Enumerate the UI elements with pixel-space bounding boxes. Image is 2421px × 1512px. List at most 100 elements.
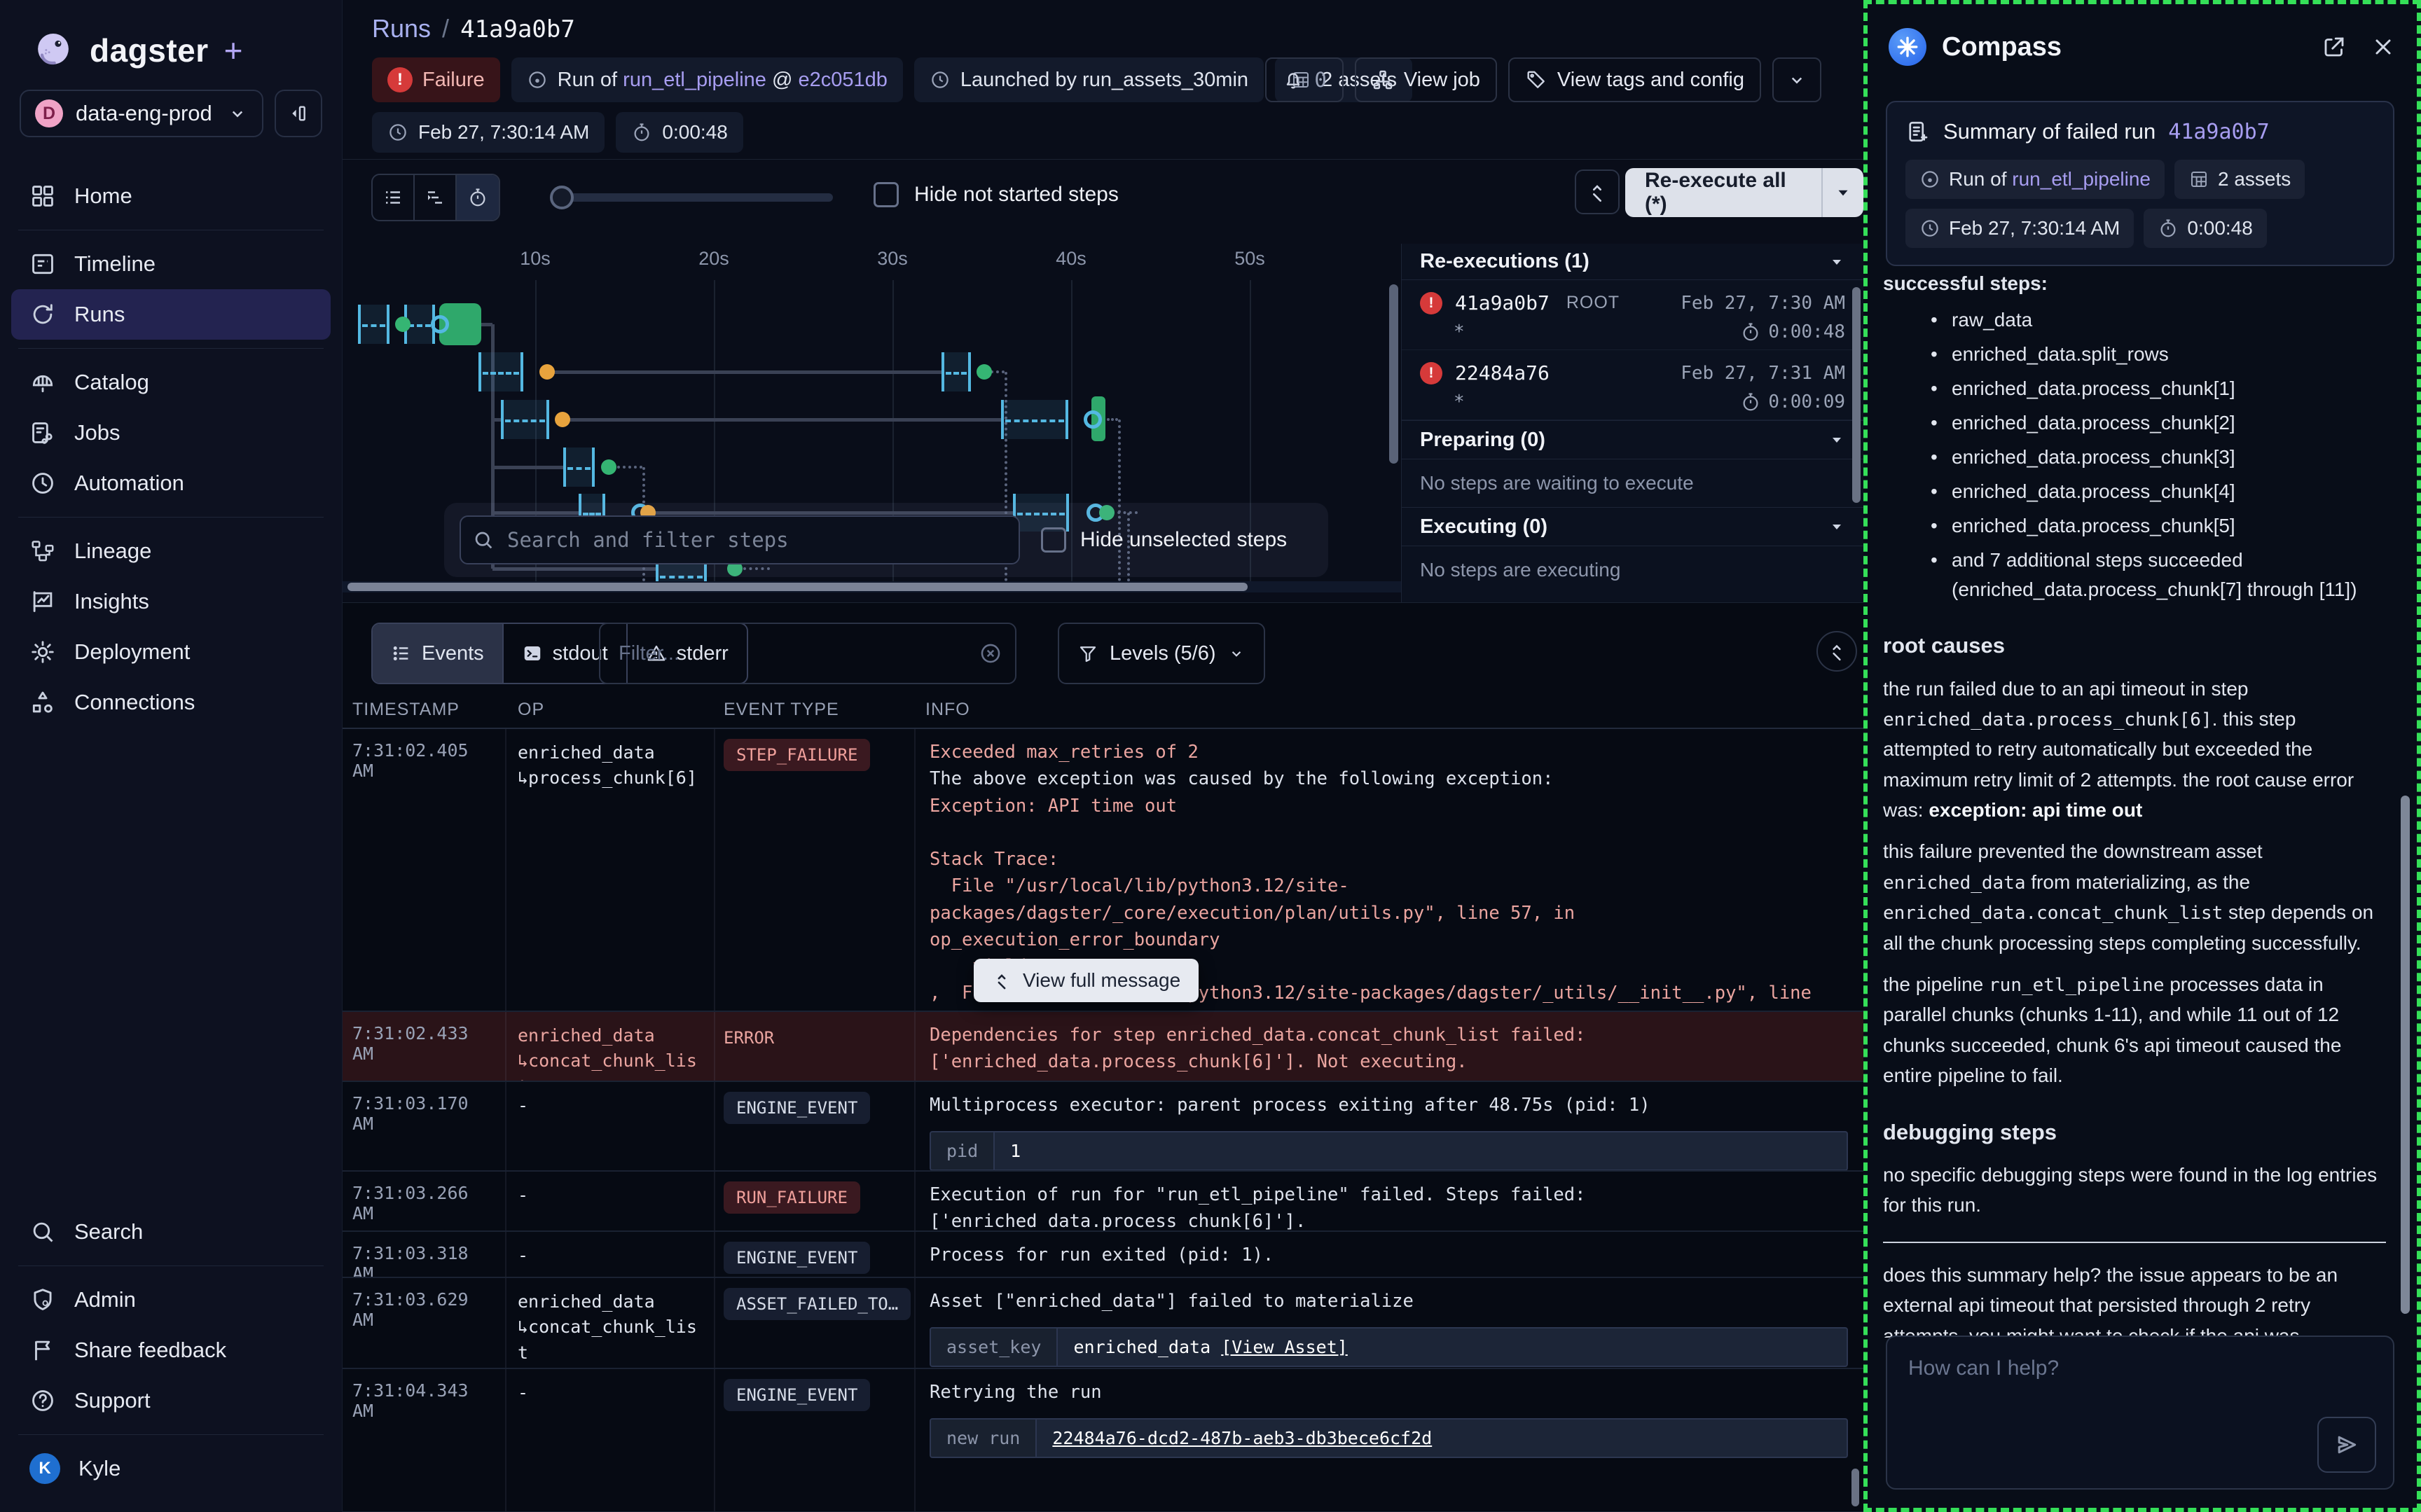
log-row[interactable]: 7:31:03.318 AM - ENGINE_EVENT Process fo… (343, 1232, 1863, 1278)
sidebar-item-connections[interactable]: Connections (11, 677, 331, 728)
run-tag-pill[interactable]: Launched by run_assets_30min (914, 57, 1264, 102)
waterfall-view-button[interactable] (415, 175, 457, 220)
sidebar-item-lineage[interactable]: Lineage (11, 526, 331, 576)
step-sort-button[interactable] (1575, 169, 1620, 214)
summary-run-id-link[interactable]: 41a9a0b7 (2168, 120, 2270, 144)
tag-icon (1525, 69, 1547, 91)
column-header: OP (518, 700, 544, 720)
sidebar-collapse-button[interactable] (275, 90, 322, 137)
event-timestamp: 7:31:02.405 AM (343, 729, 505, 792)
reexecutions-header[interactable]: Re-executions (1) (1402, 244, 1863, 280)
gantt-step-box[interactable] (563, 448, 595, 487)
open-external-icon[interactable] (2322, 34, 2347, 60)
hide-not-started-checkbox[interactable] (874, 182, 899, 207)
sidebar-item-jobs[interactable]: Jobs (11, 408, 331, 458)
zoom-slider[interactable] (553, 193, 833, 202)
log-row[interactable]: 7:31:04.343 AM - ENGINE_EVENT Retrying t… (343, 1369, 1863, 1512)
gantt-step-box[interactable] (501, 400, 549, 439)
step-list-item: and 7 additional steps succeeded (enrich… (1931, 546, 2386, 604)
sidebar-item-catalog[interactable]: Catalog (11, 357, 331, 408)
step-search-input[interactable] (460, 515, 1020, 564)
reexecutions-scrollbar[interactable] (1852, 287, 1861, 503)
summary-card-title: Summary of failed run (1943, 119, 2156, 144)
view-tags-config-button[interactable]: View tags and config (1508, 57, 1761, 102)
hide-unselected-checkbox[interactable] (1041, 527, 1066, 553)
view-full-message-button[interactable]: View full message (974, 959, 1199, 1002)
reexecute-all-button[interactable]: Re-execute all (*) (1625, 168, 1863, 217)
log-row[interactable]: 7:31:03.629 AM enriched_data↳concat_chun… (343, 1278, 1863, 1369)
log-row[interactable]: 7:31:02.433 AM enriched_data↳concat_chun… (343, 1012, 1863, 1082)
event-timestamp: 7:31:03.266 AM (343, 1172, 505, 1232)
gantt-step-box[interactable] (478, 352, 523, 391)
levels-filter-button[interactable]: Levels (5/6) (1058, 623, 1265, 684)
event-type: STEP_FAILURE (714, 729, 914, 781)
column-header: EVENT TYPE (724, 700, 839, 720)
zoom-slider-knob[interactable] (550, 186, 574, 209)
workspace-selector[interactable]: D data-eng-prod (20, 90, 263, 137)
close-icon[interactable] (2371, 34, 2396, 60)
sidebar-item-automation[interactable]: Automation (11, 458, 331, 508)
event-info: Process for run exited (pid: 1). (914, 1232, 1863, 1278)
tab-events[interactable]: Events (373, 624, 504, 683)
sidebar-footer-nav: Search AdminShare feedbackSupport KKyle (0, 1207, 342, 1494)
gantt-vertical-scrollbar[interactable] (1389, 284, 1398, 464)
sidebar-item-runs[interactable]: Runs (11, 289, 331, 340)
sidebar-item-timeline[interactable]: Timeline (11, 239, 331, 289)
gantt-marker-dot (1084, 410, 1102, 429)
unfold-icon (1586, 181, 1608, 203)
run-actions-menu-button[interactable] (1772, 57, 1821, 102)
sidebar-item-deployment[interactable]: Deployment (11, 627, 331, 677)
view-job-button[interactable]: View job (1355, 57, 1497, 102)
gantt-step-box[interactable] (942, 352, 971, 391)
gantt-marker-dot (977, 364, 992, 380)
compass-scrollbar[interactable] (2401, 796, 2410, 1314)
log-filter-input[interactable] (599, 623, 1016, 684)
timer-icon (1740, 321, 1761, 342)
event-type: ASSET_FAILED_TO… (714, 1278, 914, 1330)
reexecution-run-row[interactable]: ! 41a9a0b7ROOT Feb 27, 7:30 AM * 0:00:48 (1402, 280, 1863, 350)
event-timestamp: 7:31:03.629 AM (343, 1278, 505, 1341)
sidebar-item-kyle[interactable]: KKyle (11, 1443, 331, 1494)
summary-heading: root causes (1883, 630, 2386, 663)
gantt-horizontal-scrollbar[interactable] (343, 581, 1401, 592)
log-expand-button[interactable] (1816, 631, 1857, 672)
gantt-connector (481, 323, 492, 326)
reexec-section-header[interactable]: Executing (0) (1402, 507, 1863, 546)
breadcrumb-runs-link[interactable]: Runs (372, 14, 431, 43)
log-row[interactable]: 7:31:03.266 AM - RUN_FAILURE Execution o… (343, 1172, 1863, 1232)
sidebar-item-share-feedback[interactable]: Share feedback (11, 1325, 331, 1375)
event-metadata-link[interactable]: 22484a76-dcd2-487b-aeb3-db3bece6cf2d (1052, 1428, 1432, 1448)
log-row[interactable]: 7:31:03.170 AM - ENGINE_EVENT Multiproce… (343, 1082, 1863, 1172)
sidebar-item-home[interactable]: Home (11, 171, 331, 221)
gantt-marker-dot (431, 315, 449, 333)
timed-view-button[interactable] (457, 175, 499, 220)
clear-filter-icon[interactable] (979, 641, 1002, 665)
reexecution-run-row[interactable]: ! 22484a76 Feb 27, 7:31 AM * 0:00:09 (1402, 350, 1863, 420)
chevron-down-icon (227, 103, 248, 124)
time-tick-label: 50s (1234, 248, 1265, 270)
flat-view-icon (382, 187, 404, 208)
error-icon: ! (1420, 362, 1442, 384)
sidebar-item-search[interactable]: Search (11, 1207, 331, 1257)
reexecute-options-caret[interactable] (1821, 168, 1863, 217)
flat-view-button[interactable] (373, 175, 415, 220)
sidebar-item-support[interactable]: Support (11, 1375, 331, 1426)
gantt-step-box[interactable] (1001, 400, 1068, 439)
gantt-marker-dot (601, 459, 616, 475)
automation-icon (29, 470, 56, 497)
reexec-section-header[interactable]: Preparing (0) (1402, 420, 1863, 459)
alerts-bell-button[interactable]: 0 (1265, 57, 1343, 102)
gantt-step-box[interactable] (358, 305, 389, 344)
event-metadata-link[interactable]: [View Asset] (1221, 1337, 1348, 1357)
home-icon (29, 183, 56, 209)
send-button[interactable] (2317, 1417, 2376, 1473)
summary-paragraph: the run failed due to an api timeout in … (1883, 674, 2386, 826)
run-tag-pill[interactable]: Run of run_etl_pipeline @ e2c051db (511, 57, 903, 102)
sidebar-item-insights[interactable]: Insights (11, 576, 331, 627)
summary-paragraph: the pipeline run_etl_pipeline processes … (1883, 969, 2386, 1091)
dagster-logo[interactable]: dagster + (31, 28, 243, 73)
event-op: - (505, 1369, 714, 1417)
summary-tag-pill: Run of run_etl_pipeline (1905, 160, 2165, 199)
sidebar-item-admin[interactable]: Admin (11, 1275, 331, 1325)
log-scrollbar[interactable] (1851, 1469, 1859, 1506)
